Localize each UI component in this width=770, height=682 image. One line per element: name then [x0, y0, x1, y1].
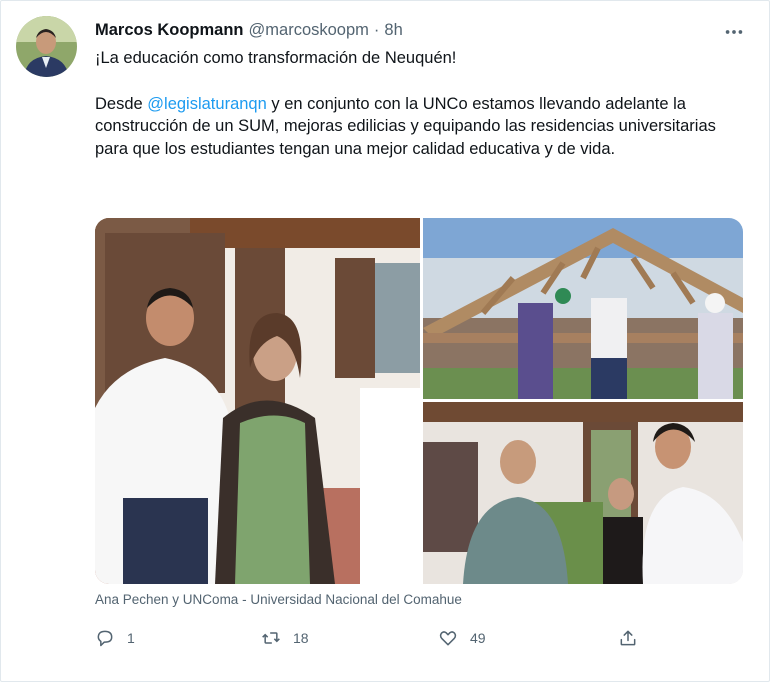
like-button[interactable]: 49	[438, 625, 486, 651]
avatar-photo	[16, 16, 77, 77]
heart-icon	[439, 631, 457, 646]
photo-2[interactable]	[423, 218, 743, 399]
mention-link[interactable]: @legislaturanqn	[147, 95, 267, 113]
tweet-text-line1: ¡La educación como transformación de Neu…	[95, 49, 457, 67]
photo-1-image	[95, 218, 420, 584]
retweet-button[interactable]: 18	[261, 625, 309, 651]
text-prefix: Desde	[95, 94, 148, 113]
author-handle[interactable]: @marcoskoopm	[249, 21, 369, 40]
retweet-count: 18	[293, 630, 309, 646]
tweet-text: ¡La educación como transformación de Neu…	[95, 47, 745, 160]
share-icon	[620, 630, 636, 646]
photo-1[interactable]	[95, 218, 420, 584]
photo-3[interactable]	[423, 402, 743, 584]
more-icon[interactable]	[722, 20, 746, 44]
photo-3-image	[423, 402, 743, 584]
photo-2-image	[423, 218, 743, 399]
media-grid	[95, 218, 743, 584]
tweet-actions: 1 18 49	[95, 625, 655, 651]
separator-dot: ·	[373, 20, 380, 39]
retweet-icon	[262, 632, 280, 644]
more-icon-glyph	[725, 30, 743, 34]
share-button[interactable]	[618, 625, 638, 651]
reply-button[interactable]: 1	[95, 625, 135, 651]
timestamp[interactable]: 8h	[384, 21, 402, 40]
tweet-header: Marcos Koopmann @marcoskoopm · 8h	[95, 18, 403, 42]
reply-icon	[97, 630, 113, 647]
reply-count: 1	[127, 630, 135, 646]
tweet-text-paragraph: Desde @legislaturanqn y en conjunto con …	[95, 93, 745, 161]
avatar[interactable]	[16, 16, 77, 77]
author-name[interactable]: Marcos Koopmann	[95, 21, 244, 40]
media-caption[interactable]: Ana Pechen y UNComa - Universidad Nacion…	[95, 592, 462, 607]
like-count: 49	[470, 630, 486, 646]
